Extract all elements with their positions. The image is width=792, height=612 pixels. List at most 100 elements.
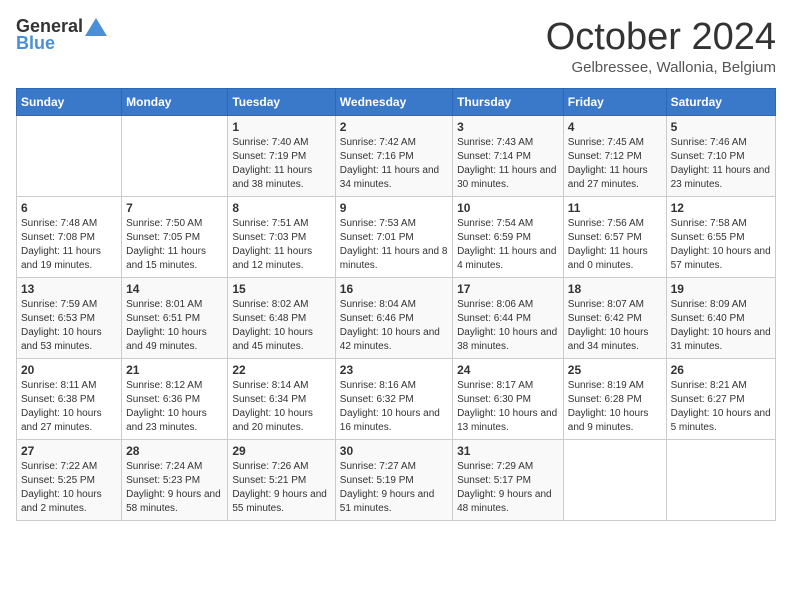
- weekday-header-row: SundayMondayTuesdayWednesdayThursdayFrid…: [17, 89, 776, 116]
- day-number: 29: [232, 444, 330, 458]
- day-info: Sunrise: 8:01 AMSunset: 6:51 PMDaylight:…: [126, 298, 223, 354]
- day-number: 24: [457, 363, 559, 377]
- calendar-cell: 10Sunrise: 7:54 AMSunset: 6:59 PMDayligh…: [453, 197, 564, 278]
- location: Gelbressee, Wallonia, Belgium: [546, 59, 776, 76]
- day-info: Sunrise: 7:22 AMSunset: 5:25 PMDaylight:…: [21, 460, 117, 516]
- calendar-cell: 28 Sunrise: 7:24 AMSunset: 5:23 PMDayligh…: [122, 440, 228, 521]
- day-info: Sunrise: 7:26 AMSunset: 5:21 PMDaylight:…: [232, 460, 330, 516]
- day-number: 16: [340, 282, 448, 296]
- calendar-cell: 7 Sunrise: 7:50 AMSunset: 7:05 PMDaylight…: [122, 197, 228, 278]
- calendar-cell: 3 Sunrise: 7:43 AMSunset: 7:14 PMDaylight…: [453, 116, 564, 197]
- day-info: Sunrise: 7:59 AMSunset: 6:53 PMDaylight:…: [21, 298, 117, 354]
- day-info: Sunrise: 7:54 AMSunset: 6:59 PMDaylight:…: [457, 217, 559, 273]
- calendar-week-row: 1 Sunrise: 7:40 AMSunset: 7:19 PMDaylight…: [17, 116, 776, 197]
- calendar-cell: 21 Sunrise: 8:12 AMSunset: 6:36 PMDayligh…: [122, 359, 228, 440]
- page-header: General Blue October 2024 Gelbressee, Wa…: [16, 16, 776, 76]
- day-number: 4: [568, 120, 662, 134]
- calendar-table: SundayMondayTuesdayWednesdayThursdayFrid…: [16, 88, 776, 521]
- day-number: 20: [21, 363, 117, 377]
- day-number: 21: [126, 363, 223, 377]
- day-info: Sunrise: 8:04 AMSunset: 6:46 PMDaylight:…: [340, 298, 448, 354]
- calendar-cell: 23Sunrise: 8:16 AMSunset: 6:32 PMDayligh…: [335, 359, 452, 440]
- calendar-cell: 22 Sunrise: 8:14 AMSunset: 6:34 PMDayligh…: [228, 359, 335, 440]
- day-info: Sunrise: 7:27 AMSunset: 5:19 PMDaylight:…: [340, 460, 448, 516]
- day-info: Sunrise: 8:14 AMSunset: 6:34 PMDaylight:…: [232, 379, 330, 435]
- calendar-cell: 24 Sunrise: 8:17 AMSunset: 6:30 PMDayligh…: [453, 359, 564, 440]
- calendar-cell: 9 Sunrise: 7:53 AMSunset: 7:01 PMDaylight…: [335, 197, 452, 278]
- day-info: Sunrise: 8:12 AMSunset: 6:36 PMDaylight:…: [126, 379, 223, 435]
- weekday-header-saturday: Saturday: [666, 89, 775, 116]
- weekday-header-tuesday: Tuesday: [228, 89, 335, 116]
- day-number: 2: [340, 120, 448, 134]
- day-number: 22: [232, 363, 330, 377]
- calendar-cell: 30 Sunrise: 7:27 AMSunset: 5:19 PMDayligh…: [335, 440, 452, 521]
- day-info: Sunrise: 8:06 AMSunset: 6:44 PMDaylight:…: [457, 298, 559, 354]
- calendar-week-row: 13 Sunrise: 7:59 AMSunset: 6:53 PMDayligh…: [17, 278, 776, 359]
- day-number: 18: [568, 282, 662, 296]
- day-info: Sunrise: 7:29 AMSunset: 5:17 PMDaylight:…: [457, 460, 559, 516]
- day-info: Sunrise: 7:48 AMSunset: 7:08 PMDaylight:…: [21, 217, 117, 273]
- calendar-cell: 15Sunrise: 8:02 AMSunset: 6:48 PMDayligh…: [228, 278, 335, 359]
- day-info: Sunrise: 7:46 AMSunset: 7:10 PMDaylight:…: [671, 136, 771, 192]
- calendar-cell: 31 Sunrise: 7:29 AMSunset: 5:17 PMDayligh…: [453, 440, 564, 521]
- day-number: 25: [568, 363, 662, 377]
- day-info: Sunrise: 7:56 AMSunset: 6:57 PMDaylight:…: [568, 217, 662, 273]
- day-number: 1: [232, 120, 330, 134]
- day-number: 28: [126, 444, 223, 458]
- logo: General Blue: [16, 16, 107, 54]
- weekday-header-thursday: Thursday: [453, 89, 564, 116]
- calendar-cell: 18Sunrise: 8:07 AMSunset: 6:42 PMDayligh…: [563, 278, 666, 359]
- day-number: 7: [126, 201, 223, 215]
- calendar-cell: 4Sunrise: 7:45 AMSunset: 7:12 PMDaylight…: [563, 116, 666, 197]
- day-number: 31: [457, 444, 559, 458]
- calendar-week-row: 6 Sunrise: 7:48 AMSunset: 7:08 PMDaylight…: [17, 197, 776, 278]
- day-info: Sunrise: 8:19 AMSunset: 6:28 PMDaylight:…: [568, 379, 662, 435]
- calendar-cell: 16 Sunrise: 8:04 AMSunset: 6:46 PMDayligh…: [335, 278, 452, 359]
- day-info: Sunrise: 7:58 AMSunset: 6:55 PMDaylight:…: [671, 217, 771, 273]
- calendar-cell: 6 Sunrise: 7:48 AMSunset: 7:08 PMDaylight…: [17, 197, 122, 278]
- calendar-week-row: 20 Sunrise: 8:11 AMSunset: 6:38 PMDayligh…: [17, 359, 776, 440]
- calendar-cell: [17, 116, 122, 197]
- day-number: 6: [21, 201, 117, 215]
- calendar-cell: 20 Sunrise: 8:11 AMSunset: 6:38 PMDayligh…: [17, 359, 122, 440]
- weekday-header-friday: Friday: [563, 89, 666, 116]
- day-number: 13: [21, 282, 117, 296]
- day-number: 19: [671, 282, 771, 296]
- calendar-week-row: 27 Sunrise: 7:22 AMSunset: 5:25 PMDayligh…: [17, 440, 776, 521]
- day-number: 26: [671, 363, 771, 377]
- title-block: October 2024 Gelbressee, Wallonia, Belgi…: [546, 16, 776, 76]
- weekday-header-monday: Monday: [122, 89, 228, 116]
- calendar-cell: 2Sunrise: 7:42 AMSunset: 7:16 PMDaylight…: [335, 116, 452, 197]
- month-title: October 2024: [546, 16, 776, 59]
- calendar-cell: 12 Sunrise: 7:58 AMSunset: 6:55 PMDayligh…: [666, 197, 775, 278]
- calendar-cell: 26 Sunrise: 8:21 AMSunset: 6:27 PMDayligh…: [666, 359, 775, 440]
- day-info: Sunrise: 7:40 AMSunset: 7:19 PMDaylight:…: [232, 136, 330, 192]
- day-number: 12: [671, 201, 771, 215]
- calendar-cell: 19 Sunrise: 8:09 AMSunset: 6:40 PMDayligh…: [666, 278, 775, 359]
- day-number: 5: [671, 120, 771, 134]
- day-number: 30: [340, 444, 448, 458]
- day-number: 15: [232, 282, 330, 296]
- calendar-cell: [666, 440, 775, 521]
- day-info: Sunrise: 8:11 AMSunset: 6:38 PMDaylight:…: [21, 379, 117, 435]
- calendar-cell: 1 Sunrise: 7:40 AMSunset: 7:19 PMDaylight…: [228, 116, 335, 197]
- day-info: Sunrise: 7:53 AMSunset: 7:01 PMDaylight:…: [340, 217, 448, 273]
- calendar-cell: 29 Sunrise: 7:26 AMSunset: 5:21 PMDayligh…: [228, 440, 335, 521]
- day-info: Sunrise: 8:17 AMSunset: 6:30 PMDaylight:…: [457, 379, 559, 435]
- day-number: 9: [340, 201, 448, 215]
- day-info: Sunrise: 7:50 AMSunset: 7:05 PMDaylight:…: [126, 217, 223, 273]
- day-info: Sunrise: 7:43 AMSunset: 7:14 PMDaylight:…: [457, 136, 559, 192]
- day-number: 27: [21, 444, 117, 458]
- day-info: Sunrise: 7:24 AMSunset: 5:23 PMDaylight:…: [126, 460, 223, 516]
- day-number: 3: [457, 120, 559, 134]
- calendar-cell: 17 Sunrise: 8:06 AMSunset: 6:44 PMDayligh…: [453, 278, 564, 359]
- day-info: Sunrise: 8:16 AMSunset: 6:32 PMDaylight:…: [340, 379, 448, 435]
- day-info: Sunrise: 8:09 AMSunset: 6:40 PMDaylight:…: [671, 298, 771, 354]
- day-number: 17: [457, 282, 559, 296]
- day-number: 8: [232, 201, 330, 215]
- day-info: Sunrise: 8:21 AMSunset: 6:27 PMDaylight:…: [671, 379, 771, 435]
- calendar-cell: 5 Sunrise: 7:46 AMSunset: 7:10 PMDaylight…: [666, 116, 775, 197]
- day-number: 14: [126, 282, 223, 296]
- day-info: Sunrise: 7:51 AMSunset: 7:03 PMDaylight:…: [232, 217, 330, 273]
- calendar-cell: [563, 440, 666, 521]
